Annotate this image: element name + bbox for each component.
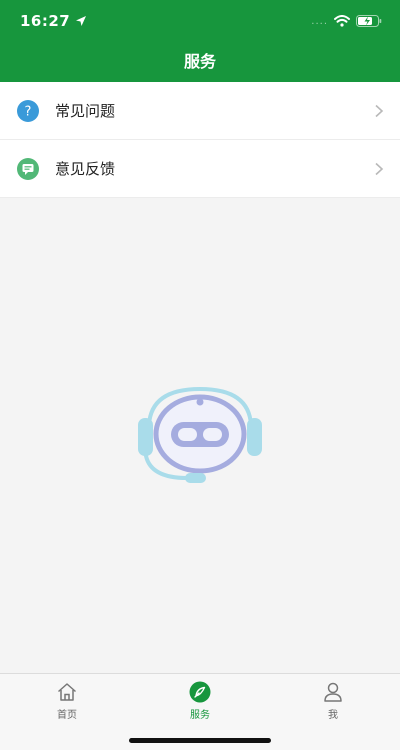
app-header: 16:27 .... 服务	[0, 0, 400, 82]
menu-item-label: 意见反馈	[55, 160, 116, 178]
menu-item-faq[interactable]: ? 常见问题	[0, 82, 400, 140]
chevron-right-icon	[375, 104, 384, 117]
home-indicator	[129, 738, 271, 743]
feedback-icon	[17, 157, 39, 180]
signal-dots: ....	[311, 15, 328, 27]
home-icon	[58, 683, 76, 701]
location-arrow-icon	[76, 16, 87, 26]
status-bar: 16:27 ....	[0, 0, 400, 42]
tab-label: 首页	[57, 710, 77, 721]
tab-label: 服务	[190, 710, 210, 721]
menu-item-feedback[interactable]: 意见反馈	[0, 140, 400, 198]
menu-item-label: 常见问题	[55, 102, 116, 120]
service-menu: ? 常见问题 意见反馈	[0, 82, 400, 198]
question-icon: ?	[17, 99, 39, 122]
compass-icon	[189, 681, 211, 703]
status-time: 16:27	[20, 12, 87, 30]
tab-profile[interactable]: 我	[293, 681, 373, 723]
robot-headset-icon	[138, 386, 262, 483]
tab-label: 我	[328, 710, 338, 721]
page-title: 服务	[183, 52, 216, 71]
svg-text:?: ?	[25, 104, 32, 119]
profile-icon	[324, 682, 342, 702]
tab-home[interactable]: 首页	[27, 681, 107, 723]
battery-charging-icon	[356, 15, 382, 27]
chevron-right-icon	[375, 162, 384, 175]
wifi-icon	[334, 15, 350, 27]
status-time-text: 16:27	[20, 12, 71, 30]
status-icons: ....	[311, 15, 382, 27]
tab-service[interactable]: 服务	[160, 681, 240, 723]
